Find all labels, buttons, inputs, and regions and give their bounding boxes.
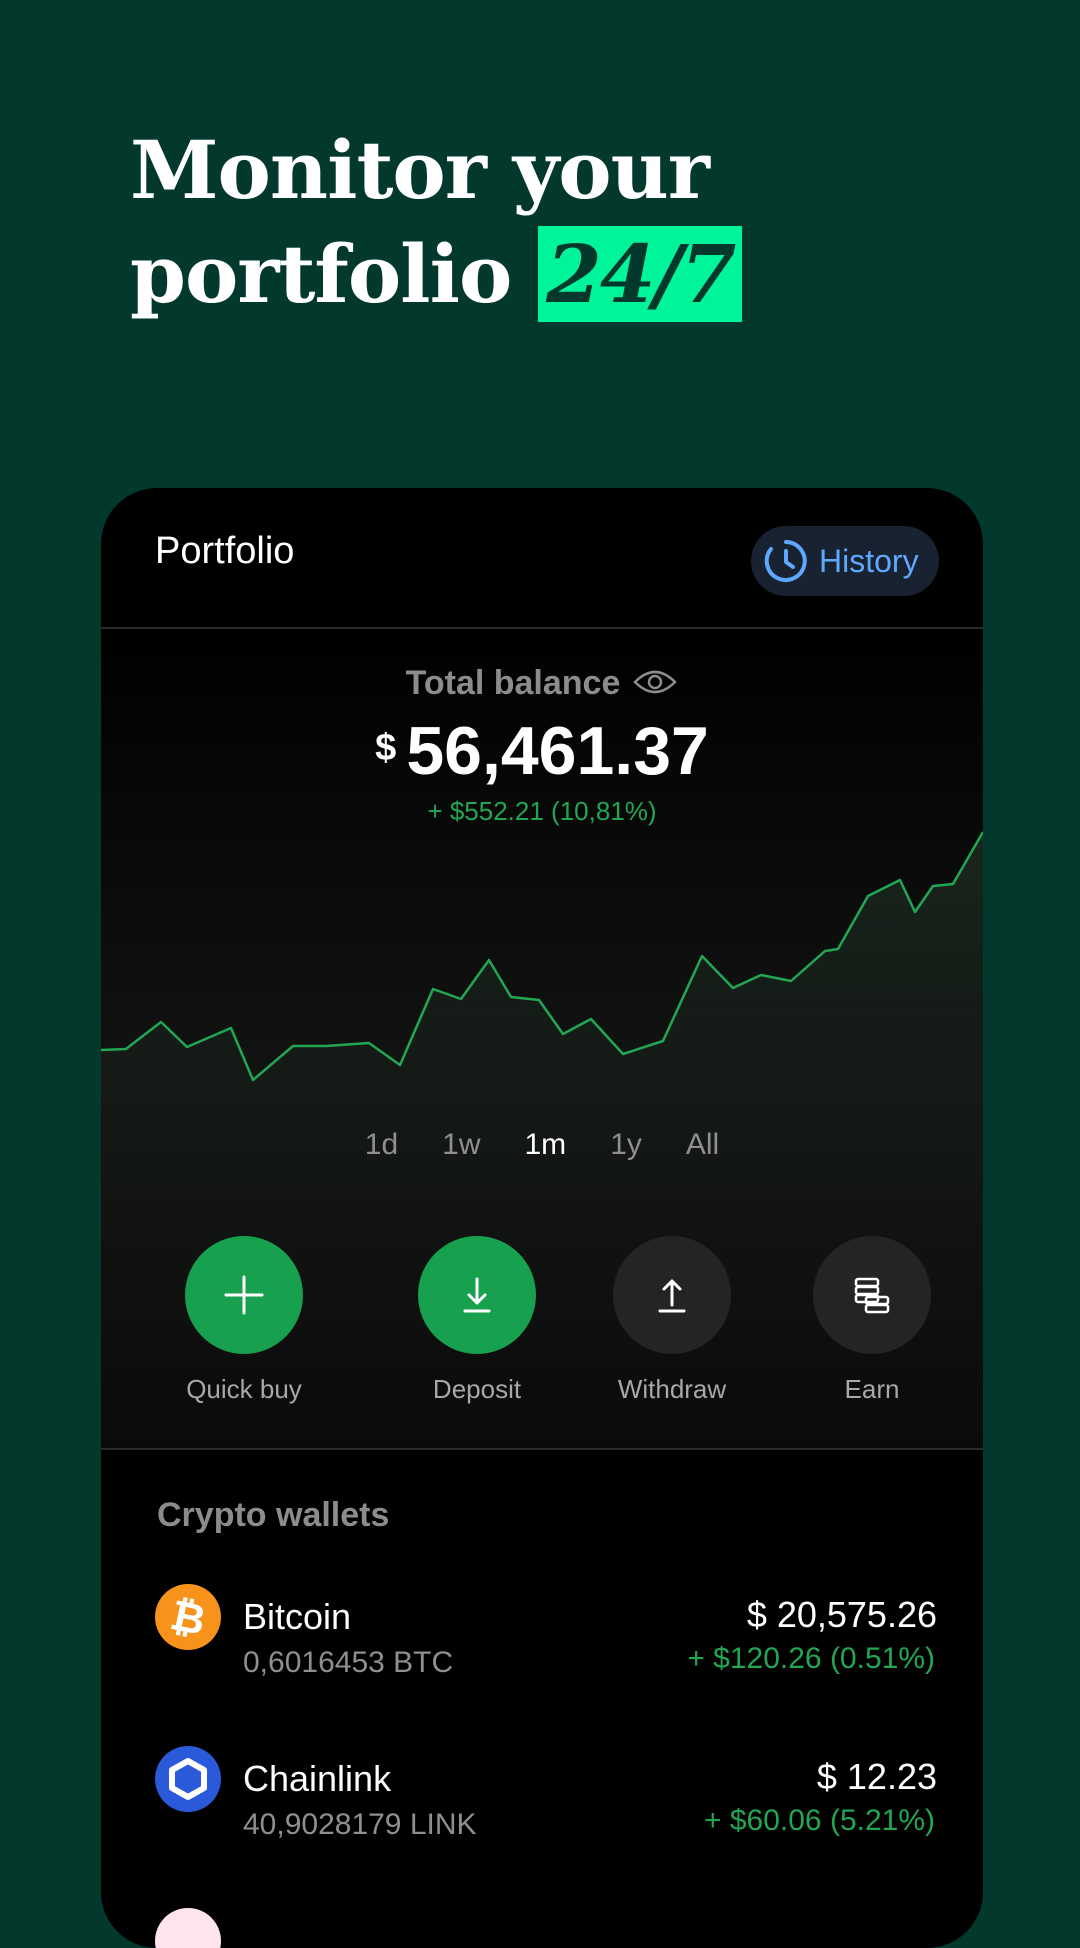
wallets-title: Crypto wallets [157,1496,390,1534]
range-1m[interactable]: 1m [525,1128,567,1162]
wallet-name: Bitcoin [243,1596,352,1637]
quick-buy-button[interactable] [185,1236,303,1354]
wallet-value: $ 12.23 [816,1756,937,1797]
balance-amount: 56,461.37 [406,713,709,789]
currency-symbol: $ [375,727,397,769]
time-range-selector: 1d 1w 1m 1y All [101,1128,983,1162]
wallet-row-bitcoin[interactable]: ₿ Bitcoin 0,6016453 BTC $ 20,575.26 + $1… [101,1584,983,1704]
wallet-row-chainlink[interactable]: Chainlink 40,9028179 LINK $ 12.23 + $60.… [101,1746,983,1866]
earn-label: Earn [844,1374,900,1404]
eye-icon[interactable] [632,666,678,705]
upload-icon [658,1279,686,1313]
wallet-amount: 40,9028179 LINK [243,1808,477,1841]
balance-label-text: Total balance [405,664,621,702]
deposit-label: Deposit [432,1374,522,1404]
range-1d[interactable]: 1d [365,1128,398,1162]
quick-buy-label: Quick buy [186,1374,302,1404]
range-all[interactable]: All [686,1128,719,1162]
next-coin-icon [155,1908,221,1948]
wallet-amount: 0,6016453 BTC [243,1646,454,1679]
headline: Monitor your portfolio 24/7 [130,118,743,326]
clock-history-icon [764,540,807,582]
withdraw-button[interactable] [613,1236,731,1354]
headline-highlight: 24/7 [538,226,743,322]
actions-divider [101,1448,983,1450]
phone-screen: Portfolio History Total balance $56,461.… [101,488,983,1948]
stack-icon [854,1277,890,1314]
bitcoin-icon: ₿ [155,1584,221,1650]
wallet-change: + $60.06 (5.21%) [704,1804,935,1837]
chainlink-icon [155,1746,221,1812]
wallet-value: $ 20,575.26 [746,1594,937,1635]
deposit-button[interactable] [418,1236,536,1354]
download-icon [463,1277,491,1313]
total-balance: $56,461.37 [101,712,983,790]
wallet-change: + $120.26 (0.51%) [687,1642,935,1675]
range-1y[interactable]: 1y [610,1128,642,1162]
withdraw-label: Withdraw [617,1374,727,1404]
header-divider [101,627,983,629]
headline-line2: portfolio [130,227,512,321]
page-title: Portfolio [155,530,295,572]
plus-icon [224,1275,264,1315]
history-label: History [819,542,919,579]
wallet-name: Chainlink [243,1758,392,1799]
withdraw-action[interactable]: Withdraw [602,1236,742,1405]
deposit-action[interactable]: Deposit [407,1236,547,1405]
balance-label: Total balance [101,664,983,705]
range-1w[interactable]: 1w [442,1128,480,1162]
quick-buy-action[interactable]: Quick buy [174,1236,314,1405]
history-button[interactable]: History [751,526,939,596]
earn-button[interactable] [813,1236,931,1354]
earn-action[interactable]: Earn [802,1236,942,1405]
headline-line1: Monitor your [130,123,710,217]
